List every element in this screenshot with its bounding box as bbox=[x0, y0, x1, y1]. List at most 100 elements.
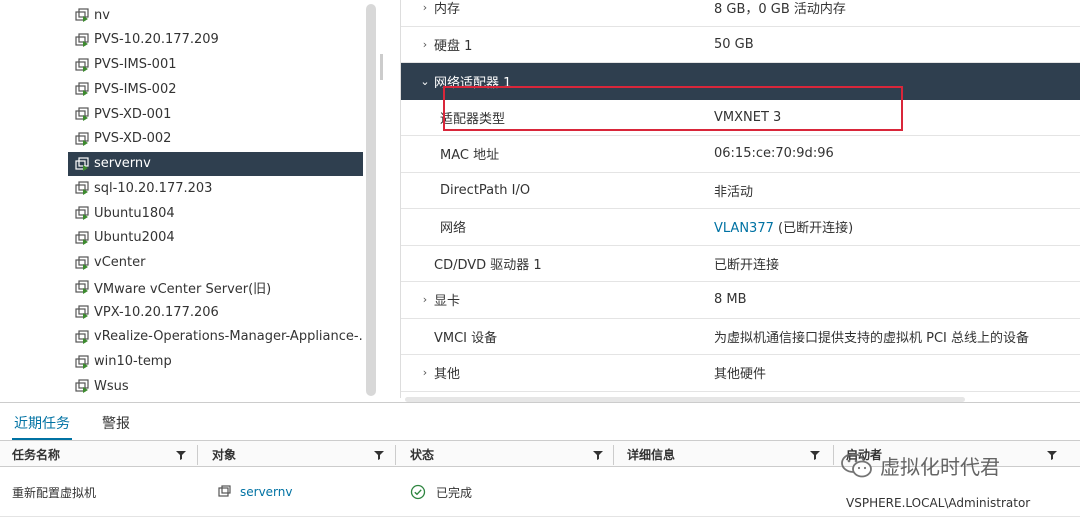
vm-tree-item[interactable]: Ubuntu2004 bbox=[68, 226, 363, 250]
vm-tree-item[interactable]: PVS-IMS-002 bbox=[68, 77, 363, 101]
chevron-right-icon[interactable]: › bbox=[418, 38, 432, 51]
task-target-cell: servernv bbox=[216, 467, 292, 517]
column-details[interactable]: 详细信息 bbox=[627, 441, 675, 467]
hardware-row: MAC 地址 06:15:ce:70:9d:96 bbox=[401, 136, 1080, 173]
column-separator[interactable] bbox=[833, 445, 834, 465]
tab-recent-tasks[interactable]: 近期任务 bbox=[12, 411, 72, 441]
chevron-right-icon[interactable]: › bbox=[418, 293, 432, 306]
hardware-row-value: 8 GB，0 GB 活动内存 bbox=[714, 0, 846, 17]
hardware-row-label: 网络 bbox=[440, 221, 467, 237]
hardware-row-label: 显卡 bbox=[434, 294, 461, 310]
hardware-row[interactable]: › 硬盘 1 50 GB bbox=[401, 26, 1080, 63]
wechat-logo-icon bbox=[841, 452, 872, 477]
hardware-value-text: 已断开连接 bbox=[714, 257, 780, 273]
vm-tree-item[interactable]: nv bbox=[68, 3, 363, 27]
hardware-row-label: 适配器类型 bbox=[440, 111, 506, 127]
hardware-value-text: 8 MB bbox=[714, 292, 747, 308]
hardware-row-label: CD/DVD 驱动器 1 bbox=[434, 257, 542, 273]
task-initiator-text: VSPHERE.LOCAL\Administrator bbox=[846, 496, 1031, 510]
vm-tree-item[interactable]: win10-temp bbox=[68, 350, 363, 374]
hardware-row: 网络 VLAN377 (已断开连接) bbox=[401, 209, 1080, 246]
vm-tree-item[interactable]: servernv bbox=[68, 151, 363, 176]
hardware-value-text: VMXNET 3 bbox=[714, 109, 782, 125]
filter-icon[interactable] bbox=[1047, 450, 1057, 460]
vm-tree-item[interactable]: vCenter bbox=[68, 251, 363, 275]
hardware-row: CD/DVD 驱动器 1 已断开连接 bbox=[401, 245, 1080, 282]
hardware-row-value: 其他硬件 bbox=[714, 363, 766, 382]
column-task-name[interactable]: 任务名称 bbox=[12, 441, 60, 467]
vm-navigator-tree: nv PVS-10.20.177.209 PVS-IMS-001 PVS-IMS-00… bbox=[0, 0, 380, 398]
hardware-row[interactable]: ⌄ 网络适配器 1 bbox=[401, 63, 1080, 100]
chevron-right-icon[interactable]: › bbox=[418, 366, 432, 379]
vm-powered-on-icon bbox=[75, 379, 89, 394]
vm-powered-on-icon bbox=[75, 132, 89, 146]
hardware-row: 适配器类型 VMXNET 3 bbox=[401, 99, 1080, 136]
vm-hardware-table: › 内存 8 GB，0 GB 活动内存 › 硬盘 1 50 GB ⌄ 网络适配器 1 适配器类型… bbox=[401, 0, 1080, 398]
network-status-text: (已断开连接) bbox=[773, 221, 854, 237]
vm-tree-item[interactable]: Wsus bbox=[68, 374, 363, 398]
hardware-row-value: VMXNET 3 bbox=[714, 110, 781, 125]
task-status-text: 已完成 bbox=[436, 485, 473, 500]
hardware-row-label: 内存 bbox=[434, 2, 461, 18]
hardware-row-value: 50 GB bbox=[714, 37, 754, 52]
hardware-row-label: 硬盘 1 bbox=[434, 38, 473, 54]
navigator-splitter-handle[interactable] bbox=[380, 54, 383, 80]
vm-tree-item[interactable]: PVS-XD-002 bbox=[68, 127, 363, 151]
hardware-row-label: MAC 地址 bbox=[440, 148, 500, 164]
hardware-row-value: 已断开连接 bbox=[714, 254, 779, 273]
watermark: 虚拟化时代君 bbox=[840, 451, 1000, 480]
column-status[interactable]: 状态 bbox=[410, 441, 434, 467]
vm-tree-item-label: Wsus bbox=[94, 378, 129, 394]
hardware-row-label: 网络适配器 1 bbox=[434, 75, 512, 91]
vm-powered-on-icon bbox=[75, 181, 89, 196]
hardware-row[interactable]: › 内存 8 GB，0 GB 活动内存 bbox=[401, 0, 1080, 27]
vm-tree-item[interactable]: PVS-IMS-001 bbox=[68, 53, 363, 77]
vm-tree-item-label: vRealize-Operations-Manager-Appliance-..… bbox=[94, 329, 363, 345]
vm-tree-item[interactable]: Ubuntu1804 bbox=[68, 201, 363, 225]
vm-tree-item[interactable]: vRealize-Operations-Manager-Appliance-..… bbox=[68, 325, 363, 349]
network-link[interactable]: VLAN377 bbox=[714, 221, 774, 236]
vm-tree-item-label: Ubuntu1804 bbox=[94, 205, 175, 221]
vm-powered-on-icon bbox=[75, 354, 89, 369]
hardware-value-text: 8 GB，0 GB 活动内存 bbox=[714, 2, 846, 18]
chevron-down-icon[interactable]: ⌄ bbox=[418, 75, 432, 88]
filter-icon[interactable] bbox=[176, 450, 186, 460]
vm-tree-item-label: VPX-10.20.177.206 bbox=[94, 304, 219, 320]
vm-powered-on-icon bbox=[75, 8, 89, 22]
vm-tree-item[interactable]: PVS-XD-001 bbox=[68, 102, 363, 126]
navigator-scrollbar[interactable] bbox=[366, 4, 376, 396]
hardware-row[interactable]: › 其他 其他硬件 bbox=[401, 355, 1080, 392]
column-separator[interactable] bbox=[197, 445, 198, 465]
vm-tree-item[interactable]: sql-10.20.177.203 bbox=[68, 176, 363, 200]
vm-tree-item-label: nv bbox=[94, 7, 110, 23]
filter-icon[interactable] bbox=[810, 450, 820, 460]
vm-tree-item-label: PVS-IMS-002 bbox=[94, 81, 177, 97]
vm-powered-on-icon bbox=[75, 206, 89, 220]
recent-tasks-panel: 近期任务 警报 任务名称 对象 状态 详细信息 启动者 重新配置虚拟机 serv… bbox=[0, 402, 1080, 519]
hardware-value-text: 50 GB bbox=[714, 36, 754, 52]
vm-tree-item-label: PVS-IMS-001 bbox=[94, 57, 177, 72]
vm-tree-item-label: PVS-XD-002 bbox=[94, 131, 172, 147]
vm-tree-item[interactable]: VPX-10.20.177.206 bbox=[68, 300, 363, 324]
hardware-row: DirectPath I/O 非活动 bbox=[401, 172, 1080, 209]
vm-powered-on-icon bbox=[75, 305, 89, 319]
hardware-value-text: 为虚拟机通信接口提供支持的虚拟机 PCI 总线上的设备 bbox=[714, 330, 1030, 346]
vm-tree-item-label: vCenter bbox=[94, 255, 146, 270]
task-target-link[interactable]: servernv bbox=[240, 485, 292, 499]
vm-tree-item[interactable]: VMware vCenter Server(旧) bbox=[68, 275, 363, 299]
chevron-right-icon[interactable]: › bbox=[418, 1, 432, 14]
column-separator[interactable] bbox=[613, 445, 614, 465]
vm-powered-on-icon bbox=[75, 231, 89, 245]
vm-powered-on-icon bbox=[75, 280, 89, 295]
filter-icon[interactable] bbox=[593, 450, 603, 460]
hardware-row-value: 06:15:ce:70:9d:96 bbox=[714, 146, 834, 161]
column-target[interactable]: 对象 bbox=[212, 441, 236, 467]
hardware-value-text: 其他硬件 bbox=[714, 367, 767, 383]
hardware-value-text: 非活动 bbox=[714, 184, 754, 200]
filter-icon[interactable] bbox=[374, 450, 384, 460]
vm-powered-on-icon bbox=[75, 57, 89, 72]
column-separator[interactable] bbox=[395, 445, 396, 465]
vm-tree-item[interactable]: PVS-10.20.177.209 bbox=[68, 28, 363, 52]
hardware-row[interactable]: › 显卡 8 MB bbox=[401, 282, 1080, 319]
tab-alarms[interactable]: 警报 bbox=[100, 411, 132, 441]
